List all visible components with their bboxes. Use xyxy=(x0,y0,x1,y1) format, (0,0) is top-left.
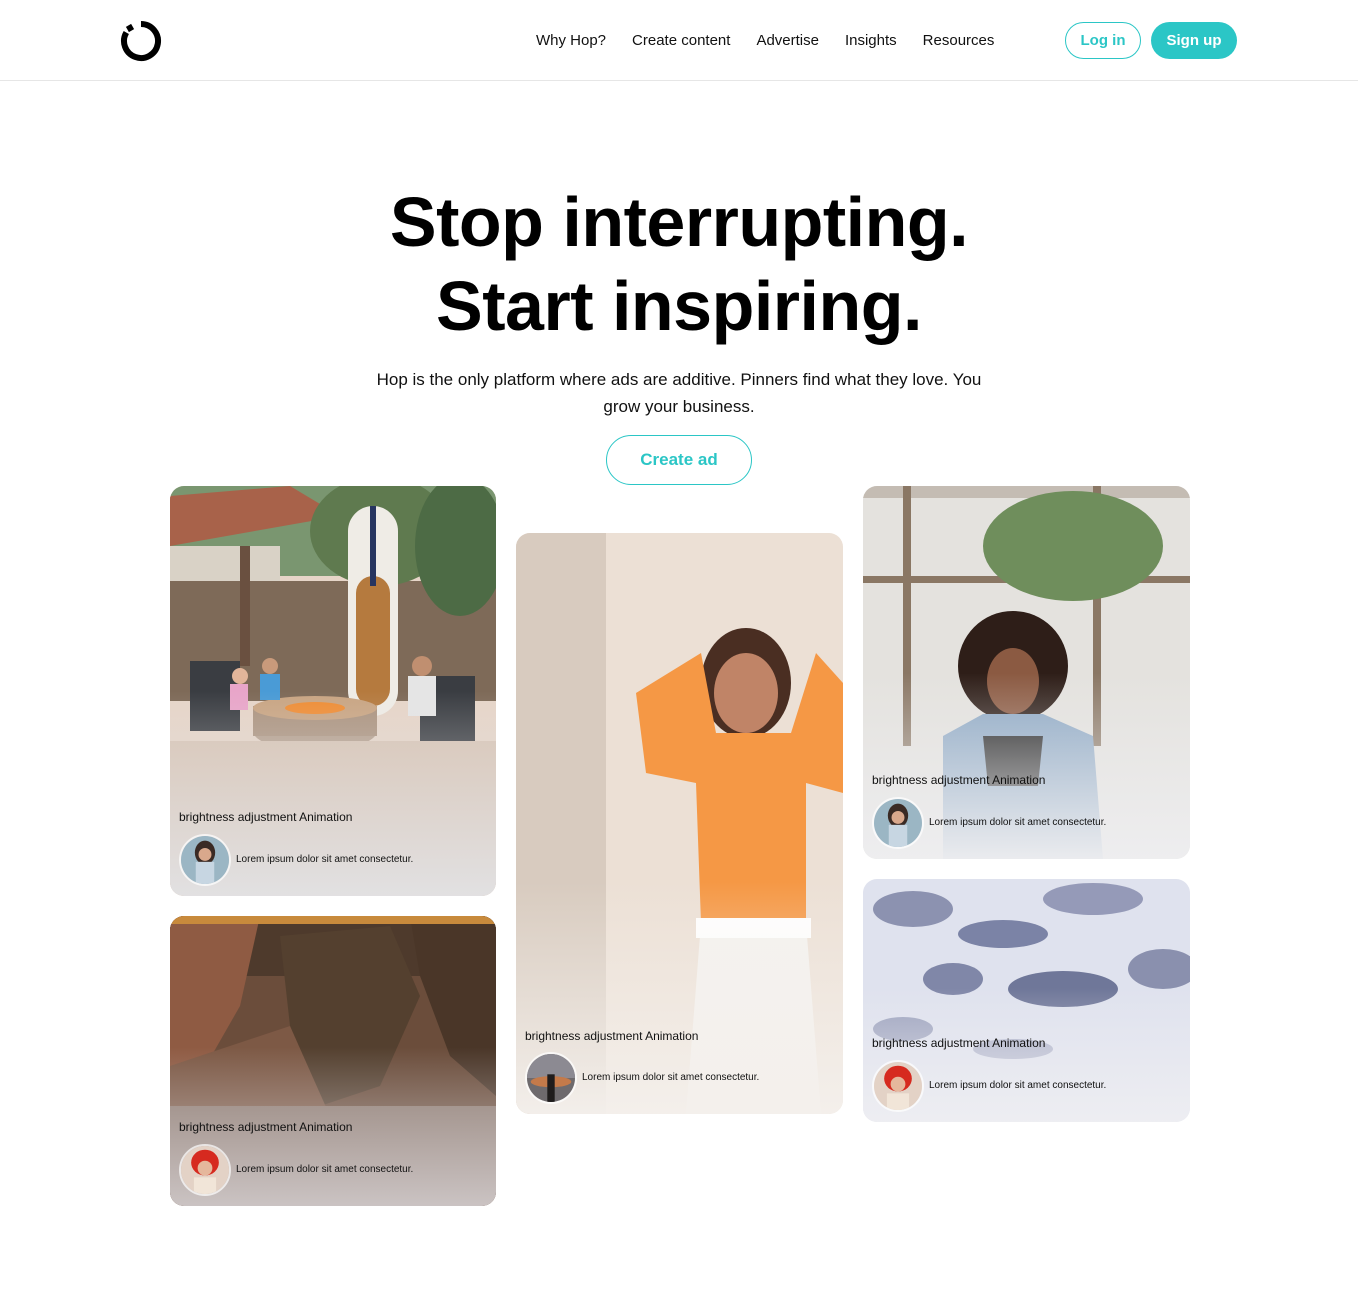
nav-why-hop[interactable]: Why Hop? xyxy=(536,32,606,49)
top-nav-bar: Why Hop? Create content Advertise Insigh… xyxy=(0,0,1358,81)
card-description: Lorem ipsum dolor sit amet consectetur. xyxy=(929,1080,1107,1091)
login-button[interactable]: Log in xyxy=(1065,22,1141,59)
avatar[interactable] xyxy=(179,834,231,886)
card-description: Lorem ipsum dolor sit amet consectetur. xyxy=(582,1072,760,1083)
nav-insights[interactable]: Insights xyxy=(845,32,897,49)
nav-advertise[interactable]: Advertise xyxy=(756,32,819,49)
pin-card[interactable]: brightness adjustment Animation Lorem ip… xyxy=(170,486,496,896)
avatar[interactable] xyxy=(179,1144,231,1196)
card-description: Lorem ipsum dolor sit amet consectetur. xyxy=(236,1164,414,1175)
card-title: brightness adjustment Animation xyxy=(872,1036,1046,1050)
pin-card[interactable]: brightness adjustment Animation Lorem ip… xyxy=(863,486,1190,859)
pin-card[interactable]: brightness adjustment Animation Lorem ip… xyxy=(516,533,843,1114)
nav-create-content[interactable]: Create content xyxy=(632,32,730,49)
pin-card[interactable]: brightness adjustment Animation Lorem ip… xyxy=(170,916,496,1206)
card-title: brightness adjustment Animation xyxy=(872,773,1046,787)
hero-subtitle: Hop is the only platform where ads are a… xyxy=(376,370,982,416)
card-title: brightness adjustment Animation xyxy=(525,1029,699,1043)
create-ad-button[interactable]: Create ad xyxy=(606,435,752,485)
hero-title: Stop interrupting. Start inspiring. xyxy=(0,180,1358,348)
card-description: Lorem ipsum dolor sit amet consectetur. xyxy=(236,854,414,865)
signup-button[interactable]: Sign up xyxy=(1151,22,1237,59)
hero-title-line-1: Stop interrupting. xyxy=(389,183,969,261)
hero-title-line-2: Start inspiring. xyxy=(436,267,922,345)
ring-logo-icon[interactable] xyxy=(120,20,162,62)
card-title: brightness adjustment Animation xyxy=(179,1120,353,1134)
card-title: brightness adjustment Animation xyxy=(179,810,353,824)
avatar[interactable] xyxy=(872,1060,924,1112)
avatar[interactable] xyxy=(872,797,924,849)
main-nav: Why Hop? Create content Advertise Insigh… xyxy=(536,0,1020,81)
card-description: Lorem ipsum dolor sit amet consectetur. xyxy=(929,817,1107,828)
avatar[interactable] xyxy=(525,1052,577,1104)
pin-card[interactable]: brightness adjustment Animation Lorem ip… xyxy=(863,879,1190,1122)
nav-resources[interactable]: Resources xyxy=(923,32,995,49)
